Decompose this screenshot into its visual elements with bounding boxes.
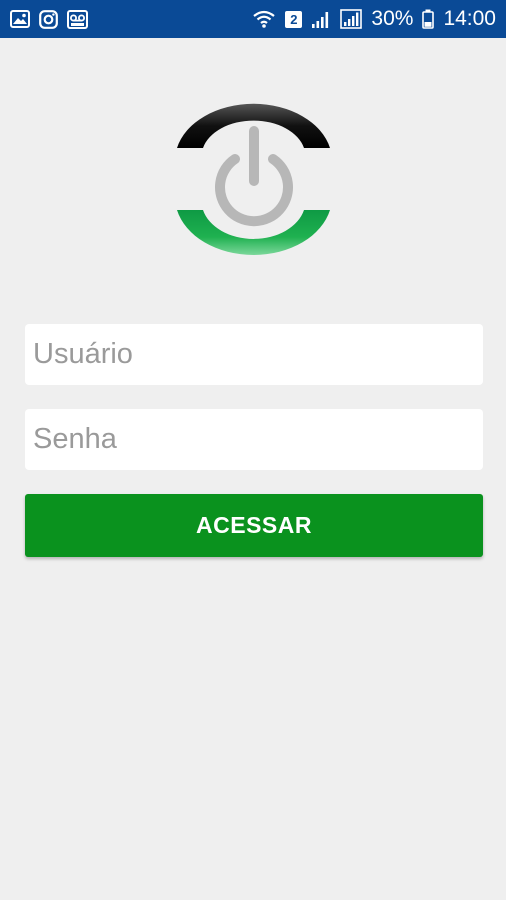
clock: 14:00 bbox=[443, 7, 496, 30]
notification-icons bbox=[10, 9, 88, 29]
app-logo bbox=[175, 89, 332, 269]
username-input[interactable] bbox=[33, 324, 475, 385]
sim-badge: 2 bbox=[285, 10, 303, 28]
wifi-icon bbox=[252, 9, 276, 29]
voicemail-icon bbox=[67, 9, 88, 29]
signal-icon bbox=[311, 9, 331, 29]
password-input[interactable] bbox=[33, 409, 475, 470]
battery-icon bbox=[422, 9, 435, 29]
system-status: 2 30% 14:00 bbox=[252, 7, 496, 31]
power-icon bbox=[177, 103, 330, 255]
battery-percentage: 30% bbox=[371, 7, 414, 30]
password-field[interactable] bbox=[25, 409, 483, 470]
signal-icon bbox=[340, 9, 363, 29]
gallery-icon bbox=[10, 10, 30, 28]
username-field[interactable] bbox=[25, 324, 483, 385]
login-button[interactable]: ACESSAR bbox=[25, 494, 483, 557]
status-bar: 2 30% 14:00 bbox=[0, 0, 506, 38]
instagram-icon bbox=[39, 9, 58, 29]
